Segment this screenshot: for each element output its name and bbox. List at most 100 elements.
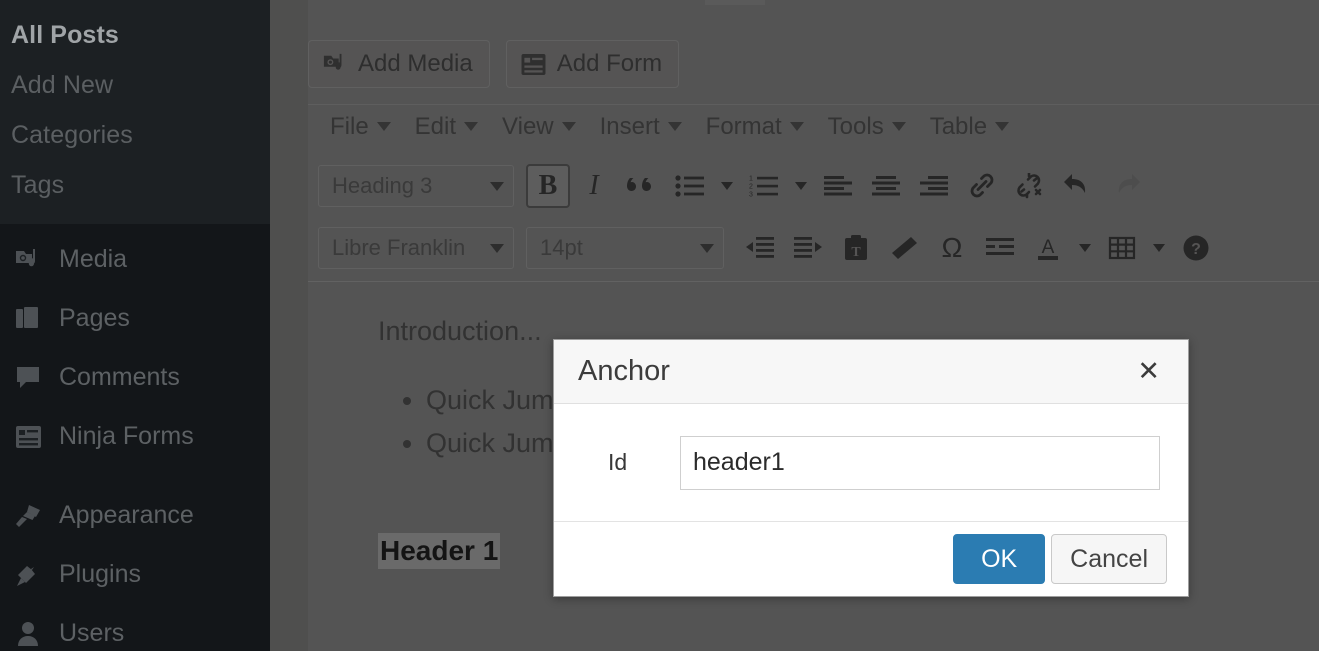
- menu-view-label: View: [502, 112, 554, 140]
- anchor-dialog-footer: OK Cancel: [554, 522, 1188, 596]
- menu-edit-label: Edit: [414, 112, 457, 140]
- clear-formatting-button[interactable]: [880, 224, 928, 272]
- chevron-down-icon: [1079, 244, 1091, 252]
- sidebar-item-label: Ninja Forms: [59, 422, 194, 450]
- admin-sidebar: All Posts Add New Categories Tags Media …: [0, 0, 270, 651]
- editor-tab-stub[interactable]: [705, 0, 765, 5]
- add-form-button[interactable]: Add Form: [505, 40, 680, 88]
- chevron-down-icon: [376, 122, 391, 131]
- pages-icon: [6, 302, 50, 336]
- sidebar-item-ninja-forms[interactable]: Ninja Forms: [0, 407, 270, 466]
- sidebar-item-comments[interactable]: Comments: [0, 348, 270, 407]
- anchor-id-input[interactable]: [680, 435, 1160, 490]
- align-center-button[interactable]: [862, 162, 910, 210]
- table-button[interactable]: [1098, 224, 1146, 272]
- omega-glyph: Ω: [941, 232, 963, 263]
- sidebar-item-users[interactable]: Users: [0, 604, 270, 651]
- numbered-list-dropdown[interactable]: [788, 162, 814, 210]
- align-left-button[interactable]: [814, 162, 862, 210]
- font-family-select[interactable]: Libre Franklin: [318, 227, 514, 269]
- sidebar-item-appearance[interactable]: Appearance: [0, 486, 270, 545]
- menu-view[interactable]: View: [490, 107, 588, 147]
- menu-file[interactable]: File: [318, 107, 403, 147]
- svg-text:2: 2: [749, 184, 753, 191]
- text-color-icon: A: [1038, 237, 1058, 260]
- anchor-dialog-header: Anchor ✕: [554, 340, 1188, 404]
- chevron-down-icon: [795, 182, 807, 190]
- align-right-button[interactable]: [910, 162, 958, 210]
- bold-glyph: B: [538, 170, 558, 201]
- ok-button[interactable]: OK: [953, 534, 1046, 584]
- appearance-brush-icon: [6, 499, 50, 533]
- remove-link-button[interactable]: [1006, 162, 1054, 210]
- sidebar-item-label: Appearance: [59, 501, 194, 529]
- menu-edit[interactable]: Edit: [403, 107, 490, 147]
- horizontal-line-button[interactable]: [976, 224, 1024, 272]
- svg-text:?: ?: [1191, 241, 1201, 258]
- font-size-select[interactable]: 14pt: [526, 227, 724, 269]
- align-center-icon: [872, 176, 900, 196]
- format-select[interactable]: Heading 3: [318, 165, 514, 207]
- sidebar-item-all-posts[interactable]: All Posts: [0, 10, 270, 60]
- anchor-dialog-body: Id: [554, 404, 1188, 522]
- sidebar-item-plugins[interactable]: Plugins: [0, 545, 270, 604]
- cancel-button[interactable]: Cancel: [1051, 534, 1167, 584]
- chevron-down-icon: [490, 243, 504, 253]
- italic-glyph: I: [589, 170, 599, 201]
- outdent-icon: [746, 237, 774, 258]
- numbered-list-icon: 123: [749, 176, 778, 198]
- menu-table-label: Table: [929, 112, 988, 140]
- chevron-down-icon: [789, 122, 804, 131]
- sidebar-item-media[interactable]: Media: [0, 230, 270, 289]
- undo-button[interactable]: [1054, 162, 1102, 210]
- redo-button[interactable]: [1102, 162, 1150, 210]
- bullet-list-dropdown[interactable]: [714, 162, 740, 210]
- bold-button[interactable]: B: [526, 164, 570, 208]
- keyboard-shortcuts-button[interactable]: ?: [1172, 224, 1220, 272]
- menu-insert[interactable]: Insert: [588, 107, 694, 147]
- text-color-dropdown[interactable]: [1072, 224, 1098, 272]
- sidebar-item-pages[interactable]: Pages: [0, 289, 270, 348]
- chevron-down-icon: [721, 182, 733, 190]
- menu-tools[interactable]: Tools: [816, 107, 918, 147]
- comments-icon: [6, 361, 50, 395]
- menu-format[interactable]: Format: [694, 107, 816, 147]
- numbered-list-button[interactable]: 123: [740, 162, 788, 210]
- add-form-icon: [520, 53, 547, 76]
- decrease-indent-button[interactable]: [736, 224, 784, 272]
- add-media-button[interactable]: Add Media: [308, 40, 490, 88]
- bullet-list-button[interactable]: [666, 162, 714, 210]
- italic-button[interactable]: I: [570, 162, 618, 210]
- menu-separator: [0, 466, 270, 486]
- sidebar-item-label: Comments: [59, 363, 180, 391]
- special-character-button[interactable]: Ω: [928, 224, 976, 272]
- editor-toolbar-row-1: Heading 3 B I 123: [308, 155, 1319, 217]
- insert-link-button[interactable]: [958, 162, 1006, 210]
- text-color-button[interactable]: A: [1024, 224, 1072, 272]
- paste-as-text-button[interactable]: T: [832, 224, 880, 272]
- blockquote-icon: [627, 178, 651, 191]
- sidebar-item-categories[interactable]: Categories: [0, 110, 270, 160]
- svg-text:1: 1: [749, 176, 753, 183]
- posts-submenu: All Posts Add New Categories Tags: [0, 0, 270, 224]
- table-dropdown[interactable]: [1146, 224, 1172, 272]
- svg-text:3: 3: [749, 192, 753, 198]
- chevron-down-icon: [891, 122, 906, 131]
- redo-icon: [1118, 174, 1140, 193]
- blockquote-button[interactable]: [618, 162, 666, 210]
- sidebar-item-tags[interactable]: Tags: [0, 160, 270, 210]
- align-left-icon: [824, 176, 852, 196]
- menu-tools-label: Tools: [827, 112, 884, 140]
- app-root: All Posts Add New Categories Tags Media …: [0, 0, 1319, 651]
- selected-heading: Header 1: [378, 533, 501, 569]
- svg-text:T: T: [851, 245, 861, 260]
- increase-indent-button[interactable]: [784, 224, 832, 272]
- sidebar-item-add-new[interactable]: Add New: [0, 60, 270, 110]
- close-icon[interactable]: ✕: [1131, 354, 1166, 389]
- add-form-label: Add Form: [556, 50, 663, 77]
- chevron-down-icon: [667, 122, 682, 131]
- menu-table[interactable]: Table: [918, 107, 1021, 147]
- font-size-value: 14pt: [540, 235, 583, 260]
- sidebar-item-label: Tags: [11, 170, 65, 199]
- undo-icon: [1064, 174, 1086, 193]
